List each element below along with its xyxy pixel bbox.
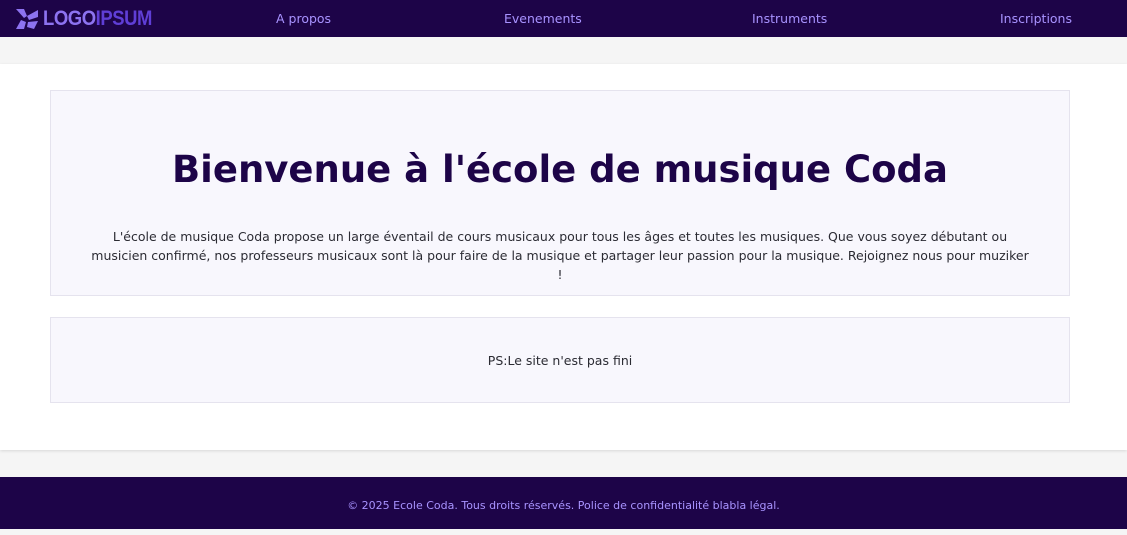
nav-link-a-propos[interactable]: A propos — [276, 0, 331, 37]
nav-link-inscriptions[interactable]: Inscriptions — [1000, 0, 1072, 37]
welcome-description: L'école de musique Coda propose un large… — [91, 229, 1029, 282]
page-title: Bienvenue à l'école de musique Coda — [171, 148, 949, 191]
logo-wordmark: LOGOIPSUM — [43, 8, 152, 29]
nav-link-evenements[interactable]: Evenements — [504, 0, 582, 37]
footer-copyright: © 2025 Ecole Coda. Tous droits réservés.… — [347, 499, 780, 512]
logo-text-part1: LOGO — [43, 7, 96, 30]
top-navigation-bar: LOGOIPSUM A propos Evenements Instrument… — [0, 0, 1127, 37]
nav-link-instruments[interactable]: Instruments — [752, 0, 827, 37]
main-content: Bienvenue à l'école de musique Coda L'éc… — [0, 64, 1127, 450]
logoipsum-mark-icon — [16, 8, 38, 29]
welcome-card: Bienvenue à l'école de musique Coda L'éc… — [50, 90, 1070, 296]
logo-link[interactable]: LOGOIPSUM — [15, 7, 167, 30]
notice-text: PS:Le site n'est pas fini — [487, 353, 633, 368]
logo-text-part2: IPSUM — [95, 7, 153, 30]
notice-card: PS:Le site n'est pas fini — [50, 317, 1070, 403]
page-footer: © 2025 Ecole Coda. Tous droits réservés.… — [0, 477, 1127, 529]
